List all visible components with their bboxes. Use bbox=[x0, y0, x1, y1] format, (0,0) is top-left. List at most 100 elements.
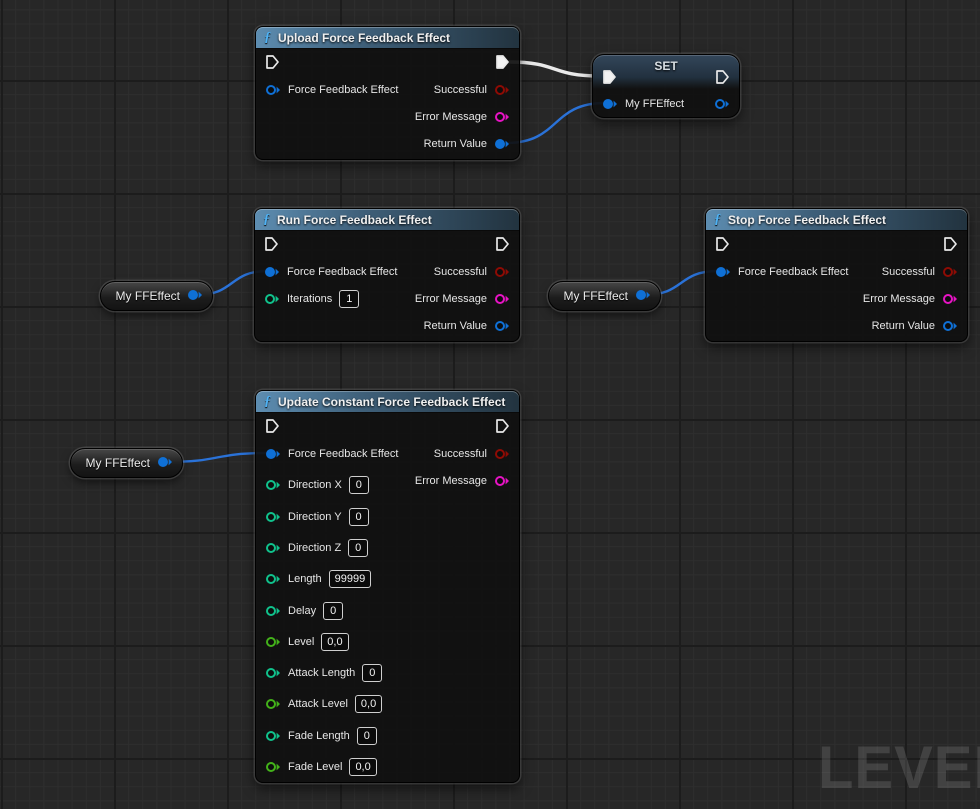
input-pin-direction-x[interactable] bbox=[265, 479, 281, 491]
node-title: Upload Force Feedback Effect bbox=[278, 31, 450, 45]
level-value-input[interactable]: 0,0 bbox=[321, 633, 348, 651]
pin-label: Error Message bbox=[415, 293, 487, 305]
pin-label: Successful bbox=[434, 84, 487, 96]
input-pin-direction-y[interactable] bbox=[265, 511, 281, 523]
output-pin-error-message[interactable] bbox=[494, 293, 510, 305]
data-wire[interactable] bbox=[506, 103, 605, 143]
attack-length-value-input[interactable]: 0 bbox=[362, 664, 382, 682]
pin-label: Attack Length bbox=[288, 667, 355, 679]
variable-name: My FFEffect bbox=[564, 289, 628, 303]
node-update-constant-force-feedback-effect[interactable]: ƒ Update Constant Force Feedback Effect … bbox=[255, 390, 520, 783]
pin-label: Return Value bbox=[872, 320, 935, 332]
input-pin-direction-z[interactable] bbox=[265, 542, 281, 554]
input-pin-attack-level[interactable] bbox=[265, 698, 281, 710]
pin-label: Direction Y bbox=[288, 511, 342, 523]
exec-out-pin[interactable] bbox=[495, 236, 510, 257]
exec-out-pin[interactable] bbox=[715, 69, 730, 90]
input-pin-attack-length[interactable] bbox=[265, 667, 281, 679]
function-icon: ƒ bbox=[264, 31, 271, 45]
output-pin-return-value[interactable] bbox=[494, 138, 510, 150]
attack-level-value-input[interactable]: 0,0 bbox=[355, 695, 382, 713]
pin-label: Error Message bbox=[863, 293, 935, 305]
input-pin-delay[interactable] bbox=[265, 605, 281, 617]
output-pin-my-ffeffect[interactable] bbox=[714, 98, 730, 110]
exec-out-pin[interactable] bbox=[943, 236, 958, 257]
pin-label: Length bbox=[288, 573, 322, 585]
function-icon: ƒ bbox=[714, 213, 721, 227]
variable-getter-my-ffeffect-3[interactable]: My FFEffect bbox=[70, 448, 183, 478]
function-icon: ƒ bbox=[264, 395, 271, 409]
delay-value-input[interactable]: 0 bbox=[323, 602, 343, 620]
output-pin-my-ffeffect[interactable] bbox=[635, 289, 651, 304]
pin-label: Force Feedback Effect bbox=[287, 266, 397, 278]
node-upload-force-feedback-effect[interactable]: ƒ Upload Force Feedback Effect Force Fee… bbox=[255, 26, 520, 160]
pin-label: Successful bbox=[434, 448, 487, 460]
blueprint-graph-canvas[interactable]: LEVEL B ƒ Upload Force Feedback Effect F… bbox=[0, 0, 980, 809]
output-pin-successful[interactable] bbox=[494, 84, 510, 96]
pin-label: Successful bbox=[882, 266, 935, 278]
input-pin-fade-length[interactable] bbox=[265, 730, 281, 742]
variable-name: My FFEffect bbox=[116, 289, 180, 303]
graph-watermark: LEVEL B bbox=[818, 733, 980, 803]
node-title: Run Force Feedback Effect bbox=[277, 213, 432, 227]
fade-level-value-input[interactable]: 0,0 bbox=[349, 758, 376, 776]
pin-label: Error Message bbox=[415, 111, 487, 123]
output-pin-error-message[interactable] bbox=[494, 111, 510, 123]
exec-in-pin[interactable] bbox=[265, 54, 280, 75]
pin-label: Return Value bbox=[424, 320, 487, 332]
pin-label: Error Message bbox=[415, 475, 487, 487]
direction-x-value-input[interactable]: 0 bbox=[349, 476, 369, 494]
input-pin-my-ffeffect[interactable] bbox=[602, 98, 618, 110]
node-header[interactable]: ƒ Stop Force Feedback Effect bbox=[706, 209, 967, 231]
iterations-value-input[interactable]: 1 bbox=[339, 290, 359, 308]
exec-in-pin[interactable] bbox=[715, 236, 730, 257]
variable-getter-my-ffeffect-1[interactable]: My FFEffect bbox=[100, 281, 213, 311]
function-icon: ƒ bbox=[263, 213, 270, 227]
exec-wire[interactable] bbox=[509, 62, 600, 76]
input-pin-force-feedback-effect[interactable] bbox=[265, 84, 281, 96]
pin-label: Force Feedback Effect bbox=[738, 266, 848, 278]
exec-out-pin[interactable] bbox=[495, 54, 510, 75]
pin-label: Return Value bbox=[424, 138, 487, 150]
node-stop-force-feedback-effect[interactable]: ƒ Stop Force Feedback Effect Force Feedb… bbox=[705, 208, 968, 342]
node-header[interactable]: ƒ Update Constant Force Feedback Effect bbox=[256, 391, 519, 413]
output-pin-successful[interactable] bbox=[494, 266, 510, 278]
input-pin-force-feedback-effect[interactable] bbox=[264, 266, 280, 278]
node-header[interactable]: ƒ Run Force Feedback Effect bbox=[255, 209, 519, 231]
pin-label: My FFEffect bbox=[625, 98, 684, 110]
node-run-force-feedback-effect[interactable]: ƒ Run Force Feedback Effect Force Feedba… bbox=[254, 208, 520, 342]
pin-label: Force Feedback Effect bbox=[288, 84, 398, 96]
node-set-my-ffeffect[interactable]: SET My FFEffect bbox=[592, 54, 740, 118]
output-pin-my-ffeffect[interactable] bbox=[187, 289, 203, 304]
exec-in-pin[interactable] bbox=[265, 418, 280, 439]
output-pin-my-ffeffect[interactable] bbox=[157, 456, 173, 471]
input-pin-force-feedback-effect[interactable] bbox=[265, 448, 281, 460]
pin-label: Iterations bbox=[287, 293, 332, 305]
output-pin-return-value[interactable] bbox=[494, 320, 510, 332]
node-title: Update Constant Force Feedback Effect bbox=[278, 395, 505, 409]
output-pin-return-value[interactable] bbox=[942, 320, 958, 332]
input-pin-force-feedback-effect[interactable] bbox=[715, 266, 731, 278]
pin-label: Direction X bbox=[288, 479, 342, 491]
length-value-input[interactable]: 99999 bbox=[329, 570, 372, 588]
pin-label: Fade Length bbox=[288, 730, 350, 742]
exec-out-pin[interactable] bbox=[495, 418, 510, 439]
input-pin-level[interactable] bbox=[265, 636, 281, 648]
node-title: Stop Force Feedback Effect bbox=[728, 213, 886, 227]
output-pin-error-message[interactable] bbox=[942, 293, 958, 305]
direction-z-value-input[interactable]: 0 bbox=[348, 539, 368, 557]
input-pin-length[interactable] bbox=[265, 573, 281, 585]
direction-y-value-input[interactable]: 0 bbox=[349, 508, 369, 526]
output-pin-error-message[interactable] bbox=[494, 475, 510, 487]
fade-length-value-input[interactable]: 0 bbox=[357, 727, 377, 745]
input-pin-fade-level[interactable] bbox=[265, 761, 281, 773]
pin-label: Successful bbox=[434, 266, 487, 278]
exec-in-pin[interactable] bbox=[264, 236, 279, 257]
pin-label: Force Feedback Effect bbox=[288, 448, 398, 460]
node-header[interactable]: ƒ Upload Force Feedback Effect bbox=[256, 27, 519, 49]
output-pin-successful[interactable] bbox=[494, 448, 510, 460]
input-pin-iterations[interactable] bbox=[264, 293, 280, 305]
output-pin-successful[interactable] bbox=[942, 266, 958, 278]
exec-in-pin[interactable] bbox=[602, 69, 617, 90]
variable-getter-my-ffeffect-2[interactable]: My FFEffect bbox=[548, 281, 661, 311]
